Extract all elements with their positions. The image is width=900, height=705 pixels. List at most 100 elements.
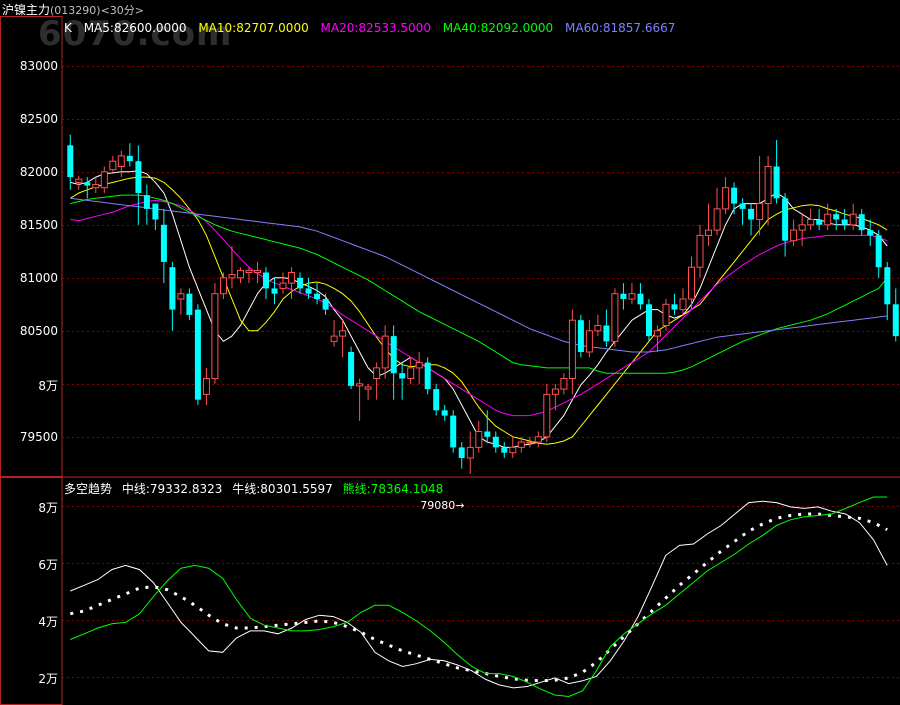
chart-frame: [0, 16, 900, 705]
candle-body-down: [271, 288, 278, 294]
candle-body-up: [585, 330, 593, 353]
candle: [764, 155, 772, 225]
candle-body-up: [117, 155, 125, 167]
candle-body-down: [620, 293, 627, 299]
candle: [109, 155, 117, 172]
ma20-line: [70, 199, 888, 417]
candle-body-up: [202, 378, 210, 395]
candle: [748, 203, 755, 236]
candle-body-up: [662, 303, 670, 326]
legend-ma60: MA60:81857.6667: [565, 21, 676, 35]
main-tick-label: 81000: [19, 270, 58, 285]
candle-body-down: [603, 325, 610, 342]
candle-body-up: [245, 269, 253, 273]
indicator-tick-label: 2万: [38, 671, 58, 686]
candle: [807, 208, 815, 231]
main-tick-label: 82500: [19, 111, 58, 126]
candle: [509, 436, 517, 458]
grid-lines: [62, 66, 900, 678]
main-tick-label: 83000: [19, 58, 58, 73]
candle-body-down: [169, 267, 176, 310]
candle: [390, 325, 397, 400]
candle: [475, 420, 483, 453]
candle-body-down: [637, 293, 644, 305]
candle-body-down: [577, 320, 584, 352]
legend-ma20: MA20:82533.5000: [320, 21, 431, 35]
candlesticks: [67, 134, 899, 474]
indicator-tick-label: 8万: [38, 500, 58, 515]
candle: [688, 256, 695, 310]
candle-body-up: [92, 184, 100, 189]
candle-body-down: [67, 145, 74, 178]
candle: [739, 198, 746, 225]
period-label: <30分>: [100, 4, 145, 17]
candle: [841, 208, 848, 231]
candle-body-up: [824, 213, 832, 226]
candle-body-up: [705, 229, 712, 236]
candle: [92, 177, 100, 194]
candle: [152, 203, 159, 231]
candle-body-up: [594, 325, 602, 332]
candle: [160, 208, 167, 284]
candle-body-down: [739, 203, 746, 209]
candle: [279, 272, 287, 294]
candle: [884, 261, 891, 321]
candle-body-up: [534, 436, 542, 443]
candle: [84, 177, 91, 199]
candle-body-down: [782, 198, 789, 241]
candle-body-down: [773, 166, 780, 199]
candle: [492, 431, 499, 453]
candle-body-down: [731, 187, 738, 204]
ma40-line: [70, 194, 888, 374]
candle-body-down: [433, 389, 440, 411]
candle: [713, 187, 721, 236]
candle-body-up: [849, 213, 857, 226]
candle-body-down: [441, 410, 448, 416]
candle-body-down: [884, 267, 891, 305]
candle: [458, 442, 465, 469]
candle-body-up: [807, 219, 815, 226]
candle: [798, 214, 806, 246]
main-tick-label: 80500: [19, 323, 58, 338]
indicator-name: 多空趋势: [64, 482, 113, 496]
candle: [875, 230, 882, 278]
instrument-code: (013290): [50, 4, 101, 17]
candle: [637, 283, 644, 310]
chart-canvas: [0, 16, 900, 705]
candle-body-down: [160, 224, 167, 262]
candle-body-down: [841, 219, 848, 225]
candle-body-down: [671, 304, 678, 310]
candle: [441, 404, 448, 421]
candle-body-down: [458, 447, 465, 458]
candle: [543, 383, 551, 443]
candle: [194, 304, 201, 405]
candle-body-down: [867, 230, 874, 236]
candle-body-up: [756, 203, 764, 221]
candle-body-up: [220, 277, 227, 295]
candle-body-down: [135, 161, 142, 193]
candle: [756, 155, 764, 236]
candle-body-up: [568, 319, 576, 380]
candle: [892, 288, 899, 342]
candle: [849, 203, 857, 231]
candle-body-up: [790, 229, 798, 242]
instrument-title: 沪镍主力(013290)<30分>: [2, 1, 144, 18]
candle-body-up: [654, 330, 661, 337]
candle: [364, 383, 372, 400]
candle-body-up: [330, 335, 338, 342]
candle-body-up: [509, 446, 517, 454]
candle-body-up: [543, 393, 551, 438]
candle: [424, 357, 431, 395]
candle-body-down: [424, 362, 431, 390]
ma-legend: K MA5:82600.0000 MA10:82707.0000 MA20:82…: [64, 21, 683, 35]
candle: [356, 378, 364, 421]
candle: [611, 288, 619, 347]
candle: [263, 267, 269, 299]
candle-body-up: [722, 187, 730, 210]
low-price-annotation: 79080→: [420, 499, 465, 513]
candle-body-up: [279, 282, 287, 289]
candle: [407, 357, 415, 384]
candle: [330, 320, 338, 347]
candle: [339, 320, 347, 358]
candle: [620, 283, 627, 310]
